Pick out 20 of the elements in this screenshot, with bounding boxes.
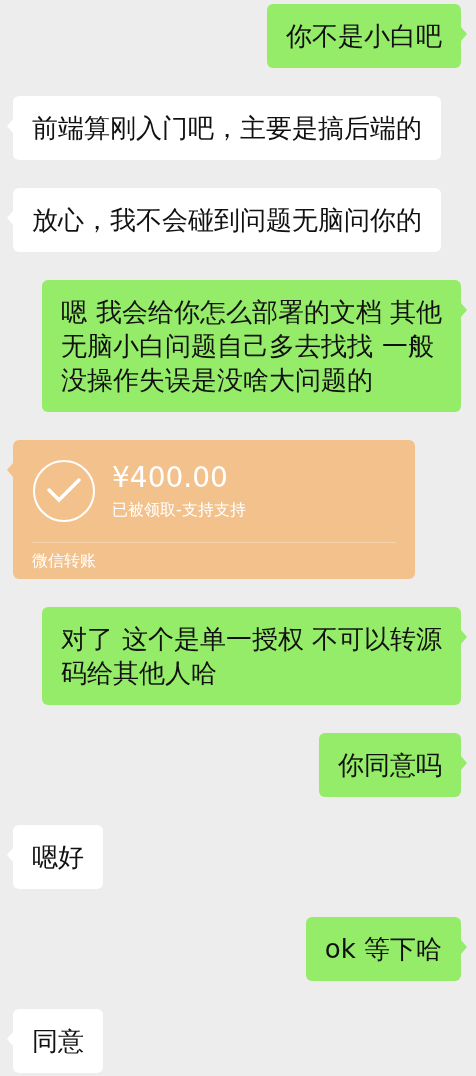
message-bubble: 放心，我不会碰到问题无脑问你的 xyxy=(13,188,441,252)
transfer-amount: ¥400.00 xyxy=(112,461,229,495)
bubble-tail xyxy=(461,630,467,644)
transfer-status: 已被领取-支持支持 xyxy=(112,499,246,521)
message-bubble: 你同意吗 xyxy=(319,733,461,797)
bubble-tail xyxy=(7,463,13,477)
message-bubble: 同意 xyxy=(13,1009,103,1073)
bubble-tail xyxy=(461,940,467,954)
message-bubble: 你不是小白吧 xyxy=(267,4,461,68)
message-bubble: 对了 这个是单一授权 不可以转源 码给其他人哈 xyxy=(42,607,461,705)
transfer-card[interactable]: ¥400.00 已被领取-支持支持 微信转账 xyxy=(13,440,415,579)
message-bubble: 嗯 我会给你怎么部署的文档 其他 无脑小白问题自己多去找找 一般 没操作失误是没啥大问题的 xyxy=(42,280,461,412)
bubble-tail xyxy=(461,27,467,41)
message-bubble: 前端算刚入门吧，主要是搞后端的 xyxy=(13,96,441,160)
transfer-label: 微信转账 xyxy=(32,550,97,572)
check-circle-icon xyxy=(32,459,96,523)
message-bubble: 嗯好 xyxy=(13,825,103,889)
bubble-tail xyxy=(461,756,467,770)
message-bubble: ok 等下哈 xyxy=(305,917,461,981)
bubble-tail xyxy=(461,303,467,317)
